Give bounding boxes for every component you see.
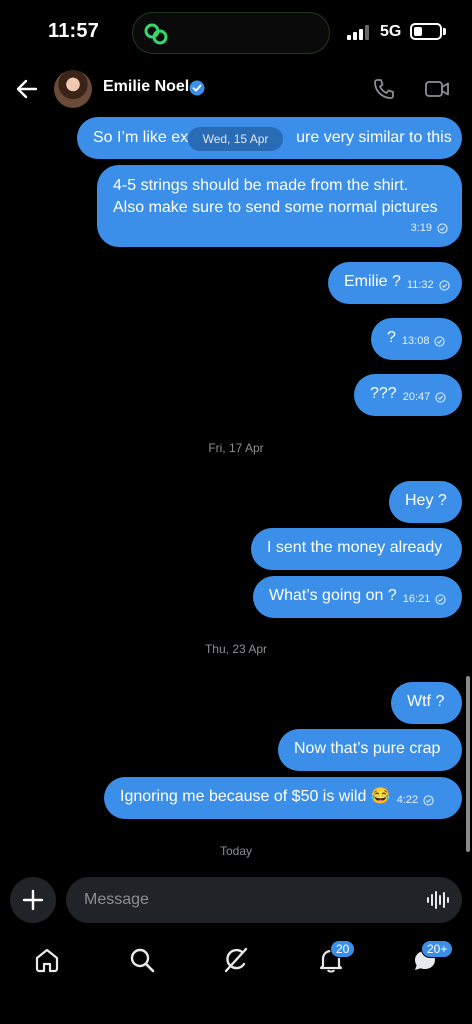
message-text: 4-5 strings should be made from the shir… <box>113 177 409 194</box>
sent-check-icon <box>423 794 434 806</box>
message-bubble[interactable]: I sent the money already <box>251 528 462 570</box>
date-separator: Fri, 17 Apr <box>208 441 264 455</box>
signal-icon <box>347 24 373 40</box>
phone-icon[interactable] <box>372 77 396 101</box>
message-bubble[interactable]: What’s going on ? 16:21 <box>253 576 462 618</box>
message-bubble[interactable]: ??? 20:47 <box>354 374 462 416</box>
grok-icon <box>224 947 248 973</box>
date-separator: Today <box>219 844 253 858</box>
voice-message-icon[interactable] <box>426 890 450 910</box>
message-text: Now that’s pure crap <box>294 740 441 757</box>
status-bar: 11:57 5G <box>0 0 472 62</box>
back-arrow-icon[interactable] <box>14 76 40 102</box>
message-text: Wtf ? <box>407 693 445 710</box>
message-text: Emilie ? <box>344 273 401 290</box>
sent-check-icon <box>439 279 450 291</box>
message-text: I sent the money already <box>267 539 443 556</box>
message-time: 4:22 <box>396 794 419 806</box>
message-time: 16:21 <box>402 593 431 605</box>
message-text: Ignoring me because of $50 is wild 😂 <box>120 788 391 805</box>
message-input[interactable] <box>66 877 462 923</box>
link-icon <box>144 23 168 45</box>
avatar[interactable] <box>54 70 92 108</box>
message-time: 11:32 <box>406 279 434 291</box>
nav-messages[interactable]: 20+ <box>411 940 454 974</box>
notifications-badge: 20 <box>330 940 356 958</box>
message-time: 13:08 <box>401 335 430 347</box>
message-bubble[interactable]: 4-5 strings should be made from the shir… <box>97 165 462 247</box>
sent-check-icon <box>435 593 446 605</box>
video-call-icon[interactable] <box>424 77 450 101</box>
home-icon <box>35 948 59 973</box>
message-bubble[interactable]: ? 13:08 <box>371 318 462 360</box>
message-time: 20:47 <box>402 391 431 403</box>
message-text: ? <box>387 329 396 346</box>
message-text: What’s going on ? <box>269 587 397 604</box>
nav-notifications[interactable]: 20 <box>317 940 356 974</box>
message-bubble[interactable]: Now that’s pure crap <box>278 729 462 771</box>
status-time: 11:57 <box>48 20 100 42</box>
floating-date-pill: Wed, 15 Apr <box>188 127 283 151</box>
nav-grok[interactable] <box>222 946 250 974</box>
message-text: ure very similar to this <box>296 129 452 146</box>
scrollbar[interactable] <box>466 676 470 852</box>
message-bubble[interactable]: Hey ? <box>389 481 462 523</box>
message-bubble[interactable]: Emilie ? 11:32 <box>328 262 462 304</box>
bottom-nav: 20 20+ <box>0 936 472 986</box>
verified-badge-icon <box>189 80 205 96</box>
message-time: 3:19 <box>410 222 432 234</box>
message-bubble[interactable]: Wtf ? <box>391 682 462 724</box>
contact-name[interactable]: Emilie Noel <box>103 78 189 96</box>
sent-check-icon <box>437 222 448 234</box>
nav-search[interactable] <box>128 946 156 974</box>
nav-home[interactable] <box>33 946 61 974</box>
message-text: Hey ? <box>405 492 447 509</box>
dynamic-island <box>132 12 330 54</box>
message-composer <box>0 872 472 928</box>
message-text: ??? <box>370 385 397 402</box>
message-text: So I’m like ex <box>93 129 189 146</box>
date-separator: Thu, 23 Apr <box>204 642 268 656</box>
network-type: 5G <box>380 23 402 40</box>
message-text: Also make sure to send some normal pictu… <box>113 199 438 216</box>
plus-icon <box>22 889 44 911</box>
message-bubble[interactable]: Ignoring me because of $50 is wild 😂 4:22 <box>104 777 462 819</box>
messages-badge: 20+ <box>421 940 454 958</box>
battery-icon <box>410 23 442 40</box>
search-icon <box>130 948 155 973</box>
add-attachment-button[interactable] <box>10 877 56 923</box>
chat-header: Emilie Noel <box>0 62 472 116</box>
sent-check-icon <box>434 335 446 347</box>
sent-check-icon <box>435 391 446 403</box>
